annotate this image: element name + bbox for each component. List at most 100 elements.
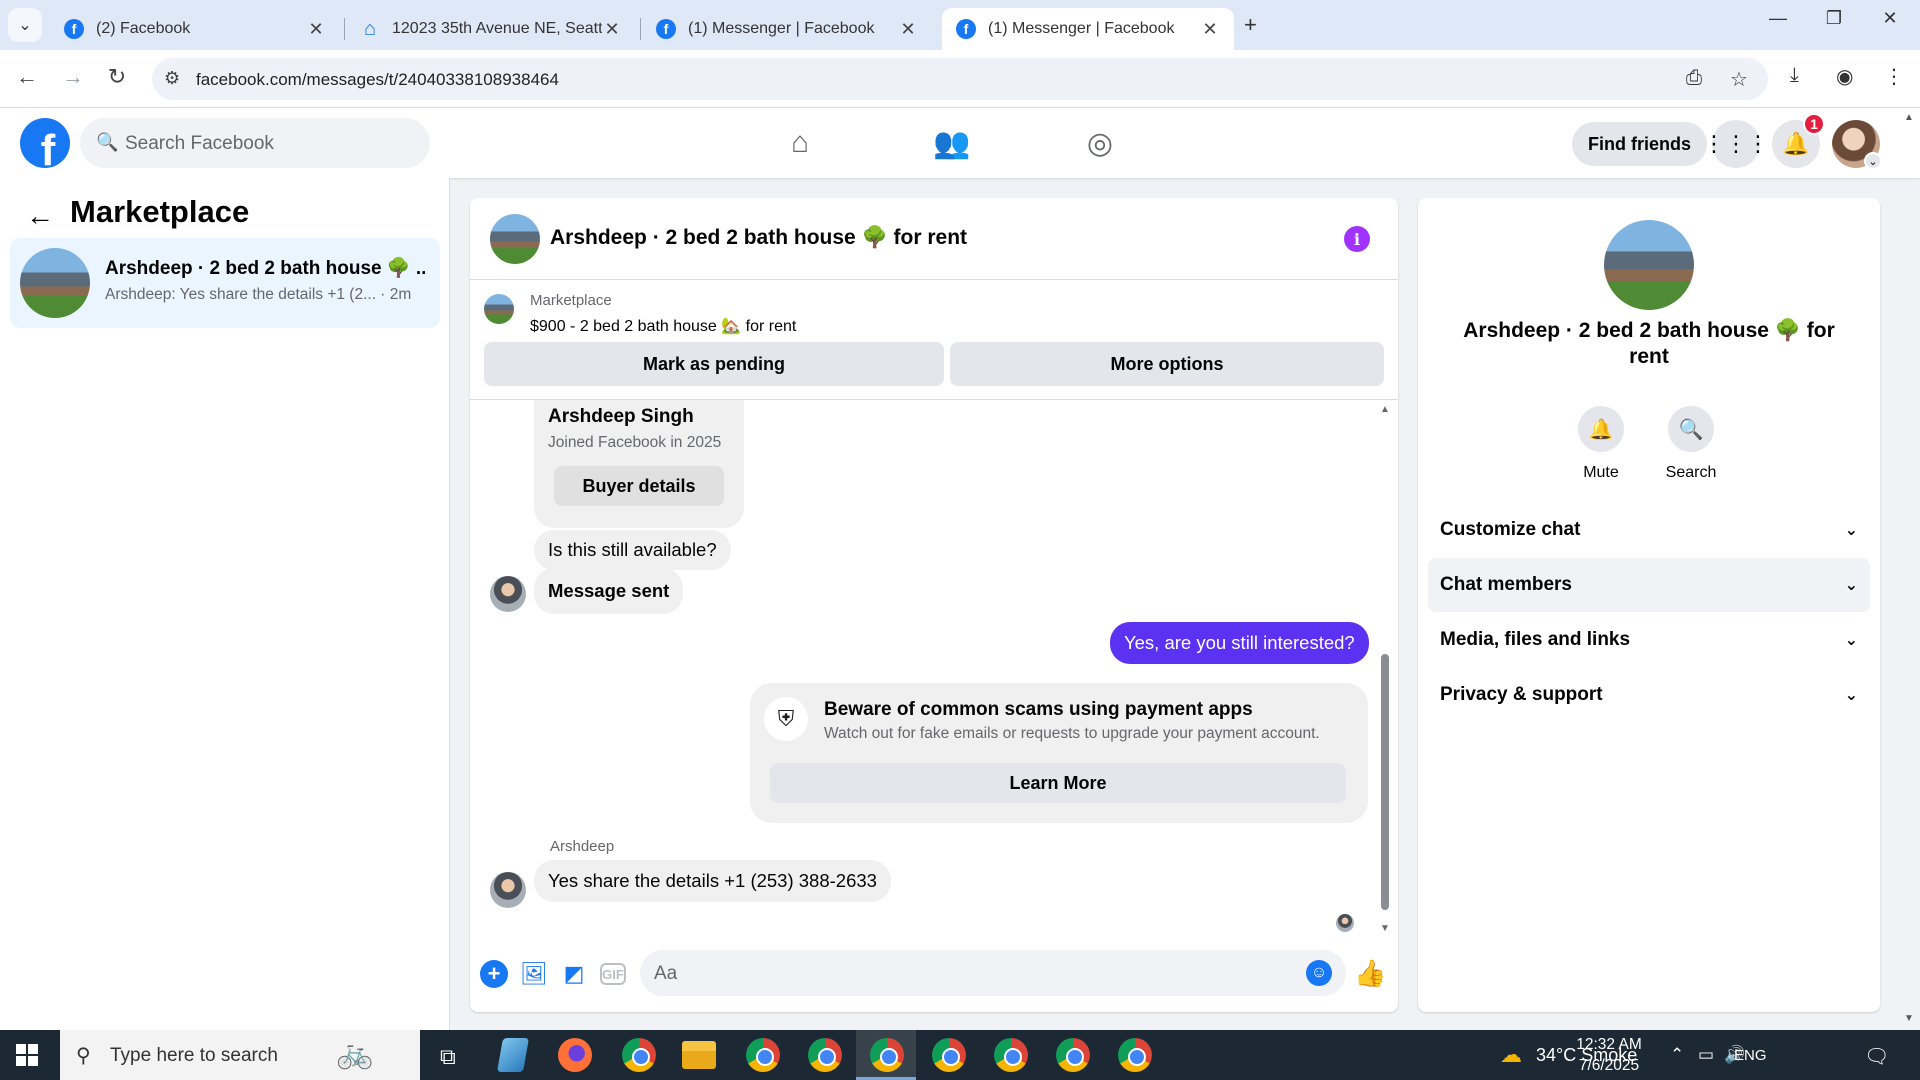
- account-chevron-icon[interactable]: ⌄: [1864, 152, 1882, 170]
- browser-profile-icon[interactable]: ◉: [1836, 64, 1853, 89]
- chrome-icon[interactable]: [622, 1038, 656, 1072]
- taskbar-clock[interactable]: 12:32 AM 7/6/2025: [1566, 1034, 1652, 1076]
- more-options-button[interactable]: More options: [950, 342, 1384, 386]
- window-close-button[interactable]: ✕: [1862, 8, 1918, 29]
- listing-bar: Marketplace $900 - 2 bed 2 bath house 🏡 …: [470, 280, 1398, 400]
- learn-more-button[interactable]: Learn More: [770, 763, 1346, 803]
- scroll-up-icon[interactable]: ▲: [1380, 404, 1390, 415]
- close-icon[interactable]: ✕: [602, 19, 622, 40]
- task-view-icon[interactable]: ⧉: [440, 1044, 456, 1070]
- photo-icon[interactable]: 🖼: [520, 960, 548, 988]
- page-scrollbar[interactable]: ▲ ▼: [1898, 112, 1920, 1024]
- chrome-icon[interactable]: [1056, 1038, 1090, 1072]
- browser-tab-messenger[interactable]: f (1) Messenger | Facebook ✕: [642, 8, 932, 50]
- mute-button[interactable]: 🔔 Mute: [1561, 406, 1641, 482]
- arrow-right-icon: →: [62, 64, 84, 89]
- address-bar[interactable]: ⚙ facebook.com/messages/t/24040338108938…: [152, 58, 1768, 100]
- chrome-icon[interactable]: [808, 1038, 842, 1072]
- menu-button[interactable]: ⋮⋮⋮: [1703, 120, 1769, 168]
- media-files-links-section[interactable]: Media, files and links ⌄: [1428, 613, 1870, 667]
- language-indicator[interactable]: ENG: [1734, 1047, 1767, 1064]
- network-icon[interactable]: ▭: [1698, 1045, 1714, 1065]
- privacy-support-section[interactable]: Privacy & support ⌄: [1428, 668, 1870, 722]
- facebook-logo[interactable]: f: [20, 118, 70, 168]
- buyer-card: Arshdeep Singh Joined Facebook in 2025 B…: [534, 400, 744, 528]
- file-explorer-icon[interactable]: [682, 1041, 716, 1069]
- site-settings-icon[interactable]: ⚙: [164, 68, 180, 89]
- windows-taskbar: ⚲ Type here to search 🚲 ⧉ ☁ 34°C Smoke ⌃…: [0, 1030, 1920, 1080]
- chevron-down-icon: ⌄: [1844, 577, 1858, 594]
- buyer-details-button[interactable]: Buyer details: [554, 466, 724, 506]
- restore-button[interactable]: ❐: [1806, 8, 1862, 29]
- chevron-down-icon: ⌄: [1844, 632, 1858, 649]
- sender-avatar[interactable]: [490, 576, 526, 612]
- info-icon[interactable]: i: [1344, 226, 1370, 252]
- browser-menu-icon[interactable]: ⋮: [1884, 64, 1904, 89]
- gif-icon[interactable]: GIF: [600, 963, 626, 985]
- chrome-icon[interactable]: [994, 1038, 1028, 1072]
- windows-start-icon[interactable]: [16, 1044, 38, 1066]
- install-app-icon[interactable]: ⎙: [1686, 67, 1702, 90]
- forward-button[interactable]: →: [58, 64, 88, 90]
- weather-icon[interactable]: ☁: [1500, 1042, 1522, 1068]
- notification-center-icon[interactable]: 🗨: [1864, 1044, 1889, 1069]
- chevron-up-icon[interactable]: ⌃: [1670, 1045, 1684, 1065]
- scroll-down-icon[interactable]: ▼: [1904, 1013, 1914, 1024]
- find-friends-button[interactable]: Find friends: [1572, 122, 1707, 166]
- scrollbar-thumb[interactable]: [1381, 654, 1389, 910]
- search-icon: ⚲: [76, 1045, 91, 1067]
- taskbar-search-input[interactable]: ⚲ Type here to search 🚲: [60, 1030, 420, 1080]
- firefox-icon[interactable]: [558, 1038, 592, 1072]
- chat-title[interactable]: Arshdeep · 2 bed 2 bath house 🌳 for rent: [550, 226, 967, 250]
- close-icon: ✕: [1882, 8, 1898, 28]
- downloads-icon[interactable]: ⤓: [1790, 64, 1799, 87]
- plus-circle-icon[interactable]: +: [480, 960, 508, 988]
- browser-tab-facebook[interactable]: f (2) Facebook ✕: [50, 8, 340, 50]
- minimize-icon: —: [1769, 8, 1787, 28]
- listing-thumbnail: [484, 294, 514, 324]
- search-in-chat-button[interactable]: 🔍 Search: [1651, 406, 1731, 482]
- new-tab-button[interactable]: +: [1244, 12, 1257, 38]
- groups-nav-button[interactable]: ◎: [1080, 126, 1120, 161]
- tab-search-button[interactable]: ⌄: [8, 8, 42, 42]
- scroll-down-icon[interactable]: ▼: [1380, 923, 1390, 934]
- chat-scrollbar[interactable]: ▲ ▼: [1378, 404, 1392, 934]
- message-input[interactable]: Aa ☺: [640, 950, 1346, 996]
- close-icon[interactable]: ✕: [1200, 19, 1220, 40]
- buyer-name: Arshdeep Singh: [548, 406, 694, 427]
- bookmark-star-icon[interactable]: ☆: [1730, 67, 1748, 92]
- home-nav-button[interactable]: ⌂: [780, 126, 820, 160]
- browser-tab-zillow[interactable]: ⌂ 12023 35th Avenue NE, Seattle, ✕: [346, 8, 636, 50]
- chrome-icon[interactable]: [1118, 1038, 1152, 1072]
- chat-header: Arshdeep · 2 bed 2 bath house 🌳 for rent…: [470, 198, 1398, 280]
- facebook-search-input[interactable]: 🔍 Search Facebook: [80, 118, 430, 168]
- minimize-button[interactable]: —: [1750, 8, 1806, 29]
- whiteboard-app-icon[interactable]: [497, 1038, 529, 1072]
- back-arrow-icon[interactable]: ←: [26, 200, 54, 232]
- scam-warning-title: Beware of common scams using payment app…: [824, 699, 1253, 720]
- chrome-icon[interactable]: [870, 1038, 904, 1072]
- chrome-icon[interactable]: [932, 1038, 966, 1072]
- close-icon[interactable]: ✕: [898, 19, 918, 40]
- reload-button[interactable]: ↻: [102, 64, 132, 90]
- close-icon[interactable]: ✕: [306, 19, 326, 40]
- sender-avatar[interactable]: [490, 872, 526, 908]
- mark-as-pending-button[interactable]: Mark as pending: [484, 342, 944, 386]
- url-text[interactable]: facebook.com/messages/t/2404033810893846…: [196, 70, 559, 90]
- browser-tab-messenger-active[interactable]: f (1) Messenger | Facebook ✕: [942, 8, 1234, 50]
- thumbs-up-icon[interactable]: 👍: [1354, 958, 1386, 989]
- listing-price-title[interactable]: $900 - 2 bed 2 bath house 🏡 for rent: [530, 316, 796, 336]
- listing-thumbnail[interactable]: [490, 214, 540, 264]
- marketplace-title: Marketplace: [70, 194, 250, 229]
- sender-name: Arshdeep: [550, 838, 615, 855]
- back-button[interactable]: ←: [12, 64, 42, 90]
- buyer-joined: Joined Facebook in 2025: [548, 434, 722, 451]
- customize-chat-section[interactable]: Customize chat ⌄: [1428, 503, 1870, 557]
- scroll-up-icon[interactable]: ▲: [1904, 112, 1914, 123]
- friends-nav-button[interactable]: 👥: [932, 126, 972, 161]
- sticker-icon[interactable]: ◩: [560, 960, 588, 988]
- chrome-icon[interactable]: [746, 1038, 780, 1072]
- emoji-icon[interactable]: ☺: [1306, 960, 1332, 986]
- conversation-item[interactable]: Arshdeep · 2 bed 2 bath house 🌳 ... Arsh…: [10, 238, 440, 328]
- chat-members-section[interactable]: Chat members ⌄: [1428, 558, 1870, 612]
